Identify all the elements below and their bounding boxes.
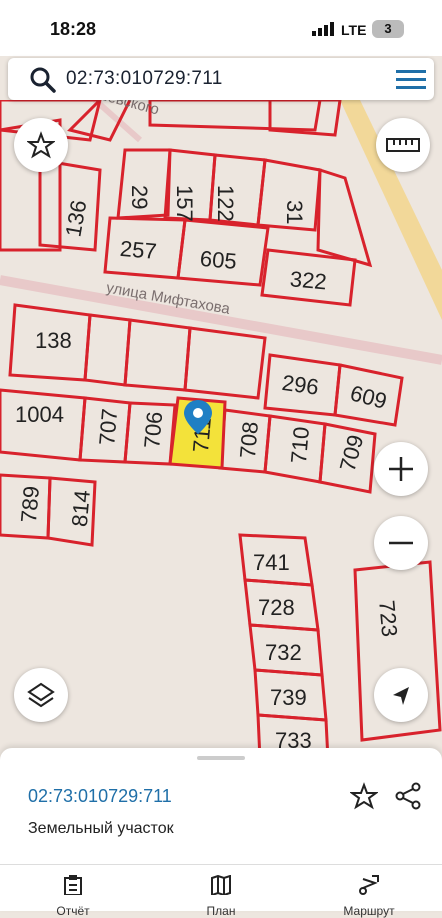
cadastral-map[interactable]: 29 157 122 31 136 257 605 322 138 296 60… [0, 100, 442, 748]
minus-icon [389, 541, 413, 545]
svg-text:706: 706 [139, 411, 167, 450]
plus-icon [389, 457, 413, 481]
svg-text:122: 122 [213, 185, 238, 222]
svg-text:733: 733 [275, 728, 312, 748]
tab-label: Маршрут [343, 904, 395, 918]
sheet-handle[interactable] [197, 756, 245, 760]
clipboard-icon [64, 875, 82, 896]
zoom-in-button[interactable] [374, 442, 428, 496]
map-icon [211, 874, 231, 897]
svg-text:728: 728 [258, 595, 295, 620]
layers-button[interactable] [14, 668, 68, 722]
bottom-tab-bar: Отчёт План Маршрут [0, 864, 442, 918]
cadastral-number[interactable]: 02:73:010729:711 [28, 786, 172, 807]
svg-text:741: 741 [253, 550, 290, 575]
tab-plan[interactable]: План [191, 874, 251, 918]
svg-text:707: 707 [94, 408, 122, 447]
svg-text:710: 710 [286, 426, 314, 465]
svg-text:31: 31 [282, 200, 307, 224]
search-icon[interactable] [30, 67, 56, 93]
star-icon[interactable] [350, 782, 378, 810]
signal-icon [312, 22, 334, 36]
favorite-button[interactable] [14, 118, 68, 172]
zoom-out-button[interactable] [374, 516, 428, 570]
tab-label: План [206, 904, 236, 918]
svg-text:138: 138 [35, 328, 72, 353]
my-location-button[interactable] [374, 668, 428, 722]
layers-icon [27, 682, 55, 708]
svg-text:732: 732 [265, 640, 302, 665]
svg-text:708: 708 [235, 421, 263, 460]
svg-text:739: 739 [270, 685, 307, 710]
network-type: LTE [341, 22, 367, 38]
status-time: 18:28 [50, 19, 97, 39]
menu-icon[interactable] [396, 68, 428, 92]
share-icon[interactable] [394, 782, 422, 810]
svg-text:1004: 1004 [15, 402, 64, 427]
tab-label: Отчёт [56, 904, 90, 918]
svg-text:157: 157 [172, 185, 197, 222]
svg-text:789: 789 [16, 485, 44, 524]
svg-text:322: 322 [289, 266, 328, 294]
search-bar[interactable]: 02:73:010729:711 [8, 58, 434, 100]
ruler-button[interactable] [376, 118, 430, 172]
map-view[interactable]: 29 157 122 31 136 257 605 322 138 296 60… [0, 100, 442, 748]
battery-indicator: 3 [372, 20, 404, 38]
svg-text:296: 296 [280, 370, 320, 400]
svg-text:257: 257 [119, 236, 158, 264]
tab-report[interactable]: Отчёт [43, 875, 103, 918]
svg-text:814: 814 [67, 489, 95, 528]
navigation-arrow-icon [393, 687, 409, 705]
tab-route[interactable]: Маршрут [339, 875, 399, 918]
parcel-label: 29 [127, 185, 152, 209]
search-input[interactable]: 02:73:010729:711 [66, 68, 223, 90]
star-icon [27, 131, 55, 159]
route-icon [359, 875, 379, 895]
status-bar: 18:28 LTE 3 [0, 0, 442, 56]
parcel-type: Земельный участок [28, 820, 174, 837]
svg-text:605: 605 [199, 246, 238, 274]
ruler-icon [386, 138, 420, 152]
svg-text:723: 723 [374, 599, 402, 638]
